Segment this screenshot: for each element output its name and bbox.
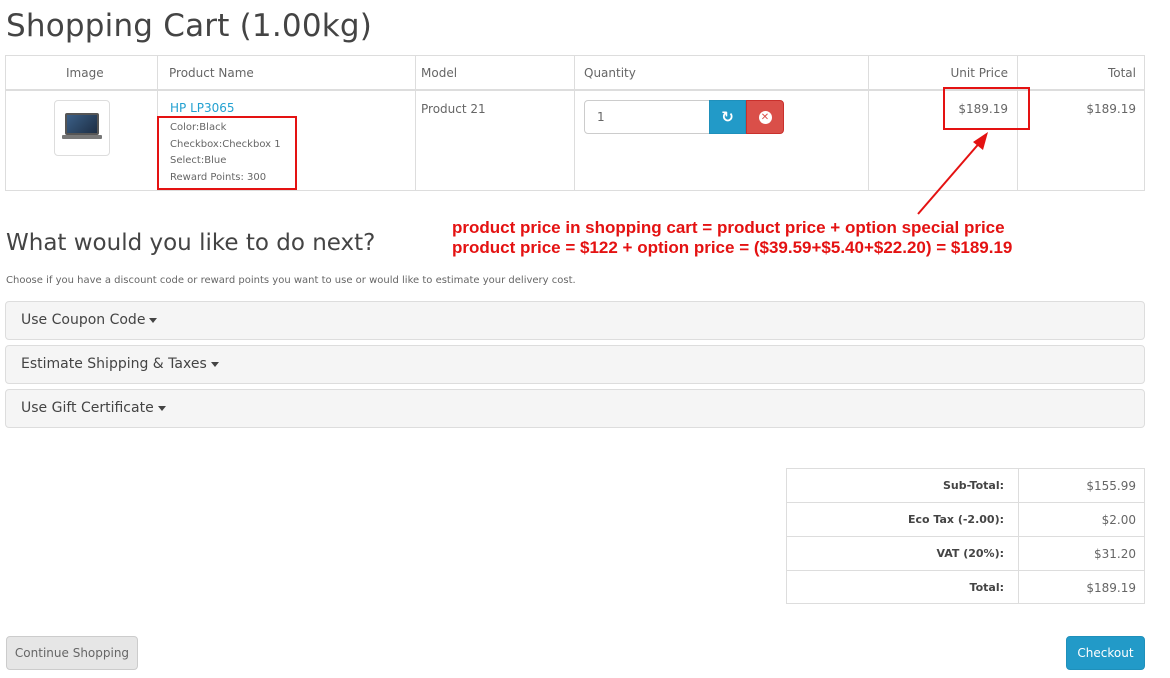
header-unit-price: Unit Price [950, 66, 1008, 80]
totals-row: VAT (20%): $31.20 [787, 537, 1144, 571]
checkout-button[interactable]: Checkout [1066, 636, 1145, 670]
totals-row: Eco Tax (-2.00): $2.00 [787, 503, 1144, 537]
remove-item-button[interactable]: ✕ [746, 100, 784, 134]
quantity-input[interactable] [584, 100, 710, 134]
page-title: Shopping Cart (1.00kg) [6, 8, 373, 44]
totals-row: Total: $189.19 [787, 571, 1144, 605]
caret-down-icon [157, 405, 166, 411]
coupon-code-toggle[interactable]: Use Coupon Code [21, 312, 158, 328]
header-model: Model [421, 66, 458, 80]
gift-certificate-panel[interactable]: Use Gift Certificate [5, 389, 1145, 428]
header-image: Image [66, 66, 104, 80]
laptop-image [65, 113, 99, 135]
shipping-taxes-toggle[interactable]: Estimate Shipping & Taxes [21, 356, 219, 372]
column-divider [415, 56, 416, 190]
header-quantity: Quantity [584, 66, 636, 80]
next-steps-description: Choose if you have a discount code or re… [6, 275, 576, 286]
refresh-icon: ↻ [721, 108, 734, 126]
next-steps-title: What would you like to do next? [6, 230, 376, 256]
subtotal-label: Sub-Total: [942, 479, 1004, 492]
vat-label: VAT (20%): [936, 547, 1004, 560]
options-highlight-box [157, 116, 297, 190]
times-circle-icon: ✕ [758, 110, 772, 124]
total-value: $189.19 [1086, 581, 1136, 595]
eco-tax-label: Eco Tax (-2.00): [907, 513, 1004, 526]
product-link[interactable]: HP LP3065 [170, 101, 235, 115]
total-label: Total: [969, 581, 1004, 594]
coupon-code-panel[interactable]: Use Coupon Code [5, 301, 1145, 340]
unit-price-highlight-box [943, 87, 1030, 130]
shipping-taxes-label: Estimate Shipping & Taxes [21, 356, 207, 372]
vat-value: $31.20 [1094, 547, 1136, 561]
continue-shopping-button[interactable]: Continue Shopping [6, 636, 138, 670]
caret-down-icon [149, 317, 158, 323]
eco-tax-value: $2.00 [1101, 513, 1136, 527]
product-model: Product 21 [421, 102, 486, 116]
subtotal-value: $155.99 [1086, 479, 1136, 493]
header-product-name: Product Name [169, 66, 254, 80]
gift-certificate-label: Use Gift Certificate [21, 400, 154, 416]
annotation-line-1: product price in shopping cart = product… [452, 218, 1005, 237]
column-divider [868, 56, 869, 190]
totals-table: Sub-Total: $155.99 Eco Tax (-2.00): $2.0… [786, 468, 1145, 604]
update-quantity-button[interactable]: ↻ [709, 100, 746, 134]
coupon-code-label: Use Coupon Code [21, 312, 146, 328]
caret-down-icon [210, 361, 219, 367]
annotation-line-2: product price = $122 + option price = ($… [452, 238, 1013, 257]
header-total: Total [1107, 66, 1136, 80]
shipping-taxes-panel[interactable]: Estimate Shipping & Taxes [5, 345, 1145, 384]
laptop-base [62, 135, 102, 139]
product-thumbnail[interactable] [54, 100, 110, 156]
row-total: $189.19 [1086, 102, 1136, 116]
gift-certificate-toggle[interactable]: Use Gift Certificate [21, 400, 166, 416]
column-divider [574, 56, 575, 190]
totals-row: Sub-Total: $155.99 [787, 469, 1144, 503]
